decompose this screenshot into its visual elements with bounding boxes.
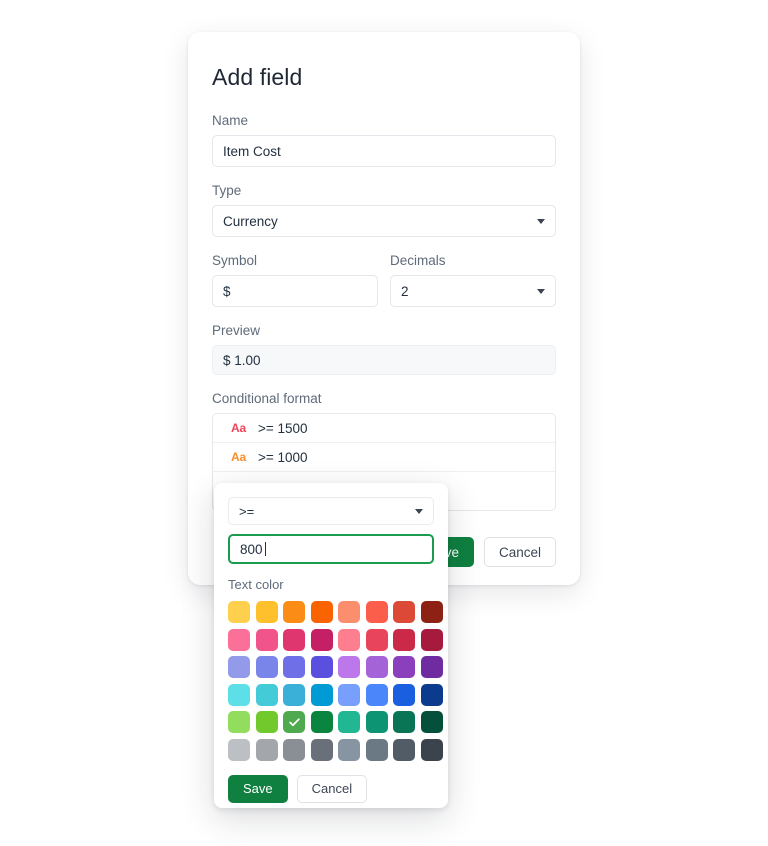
color-swatch[interactable] xyxy=(228,656,250,678)
color-swatch[interactable] xyxy=(393,628,415,651)
color-swatch[interactable] xyxy=(420,711,443,733)
conditional-format-editor-popover: >= 800 Text color Save Cancel xyxy=(214,483,448,808)
text-color-aa-icon: Aa xyxy=(231,421,246,435)
color-swatch[interactable] xyxy=(338,738,360,761)
conditional-format-rule-row[interactable]: Aa >= 1500 xyxy=(213,414,555,443)
page-title: Add field xyxy=(212,64,303,90)
color-swatch[interactable] xyxy=(228,601,250,623)
color-swatch[interactable] xyxy=(393,601,415,623)
color-swatch[interactable] xyxy=(283,711,305,733)
color-swatch[interactable] xyxy=(365,656,388,678)
color-swatch[interactable] xyxy=(420,683,443,706)
screen: Add field Name Item Cost Type Currency S… xyxy=(0,0,768,846)
operator-select[interactable]: >= xyxy=(228,497,434,525)
operator-select-value: >= xyxy=(239,503,255,519)
decimals-select[interactable]: 2 xyxy=(390,275,556,307)
color-swatch[interactable] xyxy=(228,738,250,761)
name-input[interactable]: Item Cost xyxy=(212,135,556,167)
color-palette xyxy=(228,601,443,761)
text-color-aa-icon: Aa xyxy=(231,450,246,464)
type-select-value: Currency xyxy=(223,213,278,229)
color-swatch[interactable] xyxy=(228,711,250,733)
color-swatch[interactable] xyxy=(365,601,388,623)
color-swatch[interactable] xyxy=(310,656,333,678)
color-swatch[interactable] xyxy=(393,711,415,733)
chevron-down-icon xyxy=(537,219,545,224)
color-swatch[interactable] xyxy=(283,628,305,651)
color-swatch[interactable] xyxy=(255,628,278,651)
color-swatch[interactable] xyxy=(255,738,278,761)
color-swatch[interactable] xyxy=(310,738,333,761)
check-icon xyxy=(283,711,305,733)
threshold-input-value: 800 xyxy=(240,541,263,557)
color-swatch[interactable] xyxy=(255,656,278,678)
color-swatch[interactable] xyxy=(283,738,305,761)
decimals-field-group: Decimals 2 xyxy=(390,253,556,307)
name-label: Name xyxy=(212,113,249,128)
color-swatch[interactable] xyxy=(365,683,388,706)
type-select[interactable]: Currency xyxy=(212,205,556,237)
color-swatch[interactable] xyxy=(420,656,443,678)
color-swatch[interactable] xyxy=(310,601,333,623)
color-swatch[interactable] xyxy=(283,656,305,678)
color-swatch[interactable] xyxy=(365,628,388,651)
type-field-group: Type Currency xyxy=(212,183,556,237)
color-swatch[interactable] xyxy=(365,711,388,733)
text-color-label: Text color xyxy=(228,577,284,592)
preview-label: Preview xyxy=(212,323,261,338)
color-swatch[interactable] xyxy=(255,601,278,623)
chevron-down-icon xyxy=(415,509,423,514)
preview-value: $ 1.00 xyxy=(212,345,556,375)
color-swatch[interactable] xyxy=(283,683,305,706)
color-swatch[interactable] xyxy=(420,738,443,761)
color-swatch[interactable] xyxy=(393,656,415,678)
color-swatch[interactable] xyxy=(420,628,443,651)
color-swatch[interactable] xyxy=(338,711,360,733)
color-swatch[interactable] xyxy=(393,683,415,706)
color-swatch[interactable] xyxy=(283,601,305,623)
conditional-format-rule-row[interactable]: Aa >= 1000 xyxy=(213,443,555,472)
conditional-format-rule-text: >= 1500 xyxy=(257,420,308,436)
popover-save-button[interactable]: Save xyxy=(228,774,288,803)
conditional-format-rule-text: >= 1000 xyxy=(257,449,308,465)
color-swatch[interactable] xyxy=(310,683,333,706)
conditional-format-label: Conditional format xyxy=(212,391,322,406)
color-swatch[interactable] xyxy=(338,683,360,706)
threshold-input[interactable]: 800 xyxy=(228,534,434,564)
color-swatch[interactable] xyxy=(338,656,360,678)
symbol-field-group: Symbol $ xyxy=(212,253,378,307)
color-swatch[interactable] xyxy=(310,711,333,733)
decimals-select-value: 2 xyxy=(401,283,409,299)
color-swatch[interactable] xyxy=(338,628,360,651)
color-swatch[interactable] xyxy=(228,683,250,706)
color-swatch[interactable] xyxy=(255,711,278,733)
preview-field-group: Preview $ 1.00 xyxy=(212,323,556,375)
color-swatch[interactable] xyxy=(393,738,415,761)
color-swatch[interactable] xyxy=(310,628,333,651)
type-label: Type xyxy=(212,183,242,198)
color-swatch[interactable] xyxy=(365,738,388,761)
popover-cancel-button[interactable]: Cancel xyxy=(296,774,368,803)
name-field-group: Name Item Cost xyxy=(212,113,556,167)
chevron-down-icon xyxy=(537,289,545,294)
color-swatch[interactable] xyxy=(338,601,360,623)
color-swatch[interactable] xyxy=(420,601,443,623)
color-swatch[interactable] xyxy=(228,628,250,651)
decimals-label: Decimals xyxy=(390,253,446,268)
symbol-label: Symbol xyxy=(212,253,258,268)
popover-actions: Save Cancel xyxy=(228,774,434,803)
symbol-decimals-row: Symbol $ Decimals 2 xyxy=(212,253,556,307)
color-swatch[interactable] xyxy=(255,683,278,706)
symbol-input[interactable]: $ xyxy=(212,275,378,307)
cancel-button[interactable]: Cancel xyxy=(483,537,556,567)
